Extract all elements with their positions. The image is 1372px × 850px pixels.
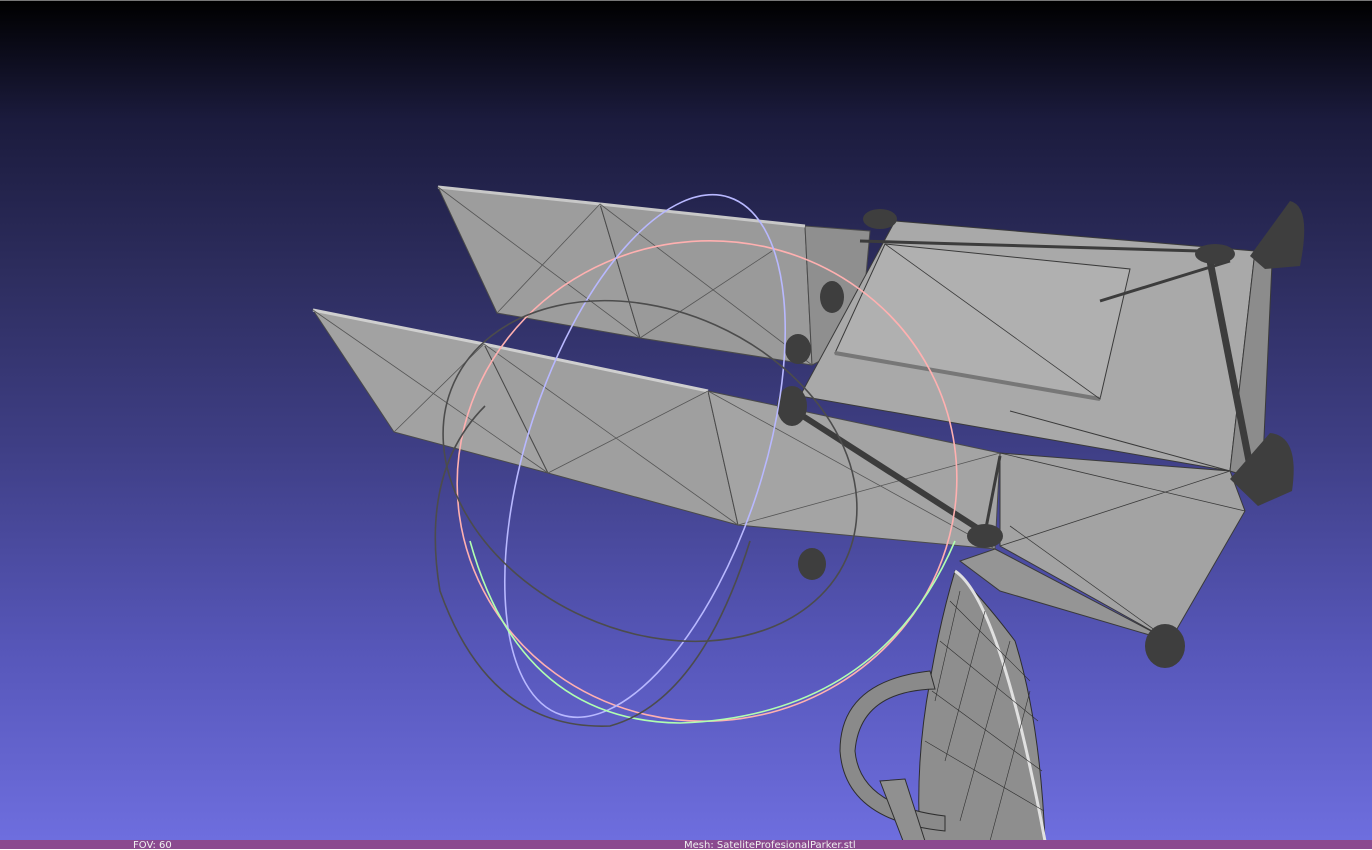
mesh-name-label: Mesh: SateliteProfesionalParker.stl [684,840,856,850]
status-bar: FOV: 60 Mesh: SateliteProfesionalParker.… [0,840,1372,849]
3d-viewport[interactable] [0,0,1372,849]
antenna-dish [839,569,1047,847]
fov-label: FOV: 60 [133,840,172,850]
mesh-scene[interactable] [0,1,1372,850]
